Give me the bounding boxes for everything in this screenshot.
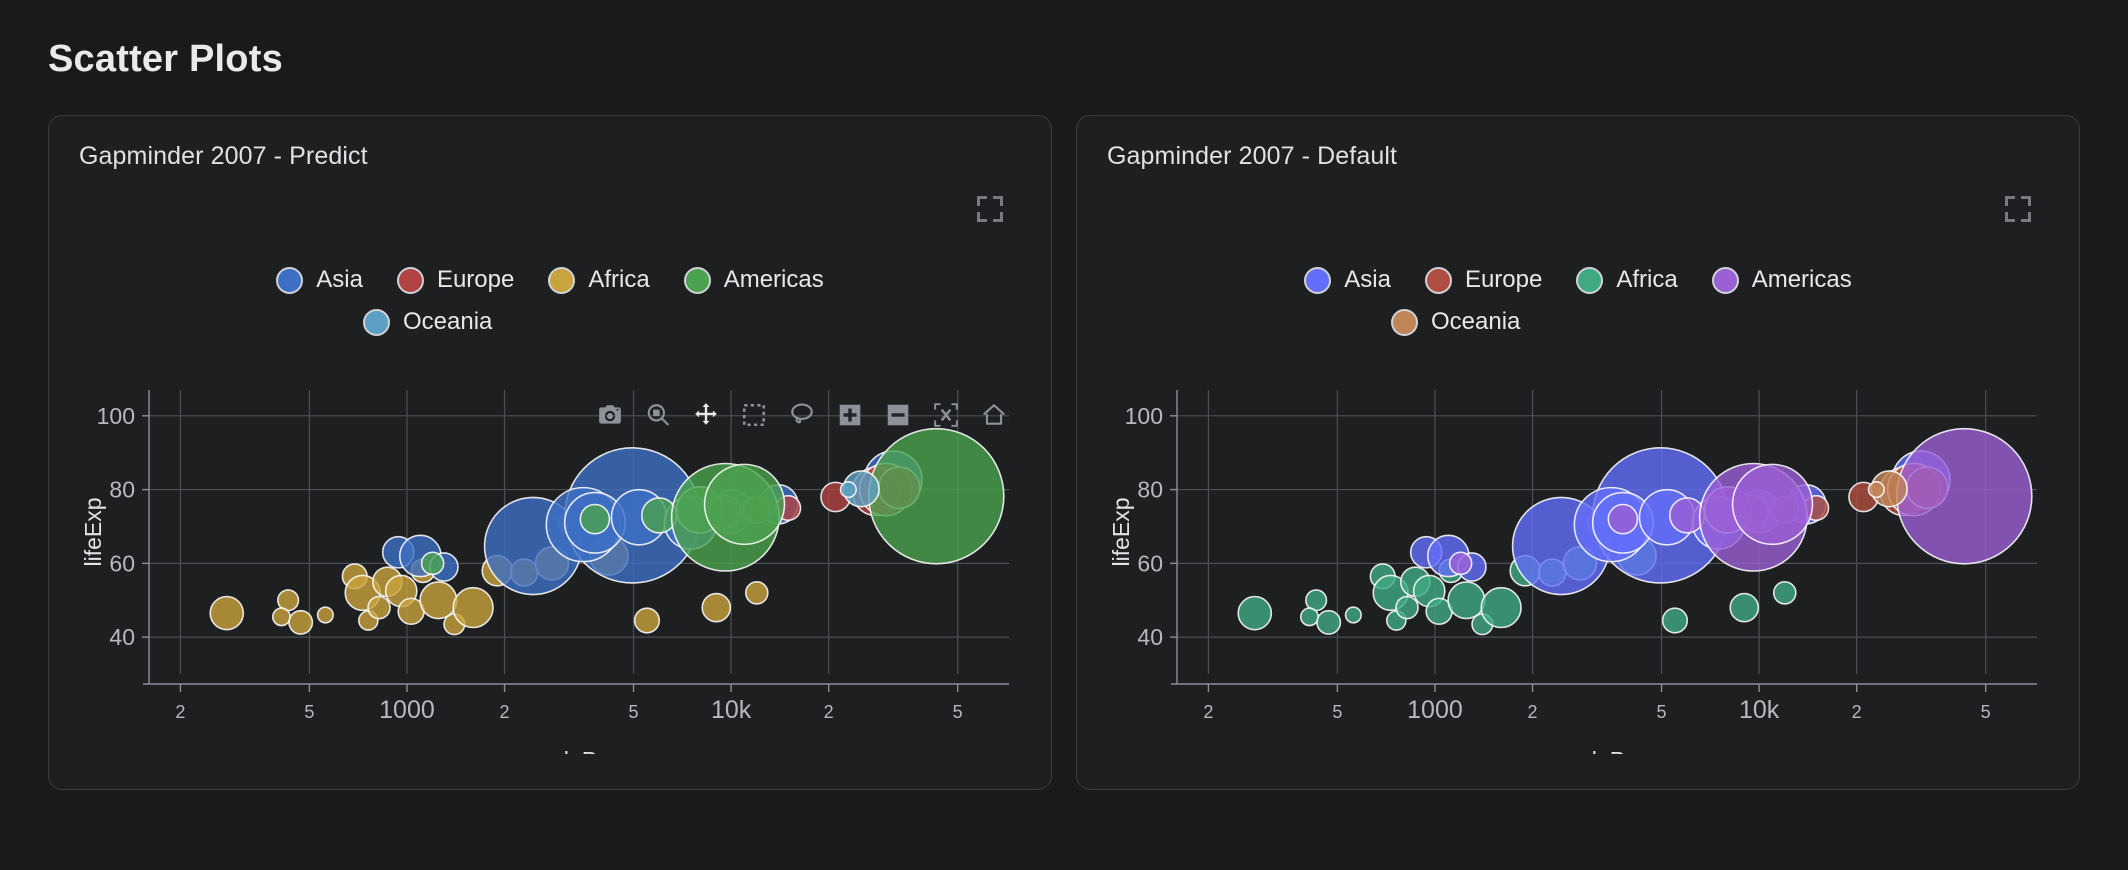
legend-color-swatch [1424,266,1452,294]
autoscale-icon[interactable] [933,402,959,428]
legend-label: Americas [723,266,824,293]
chart-card-predict: Gapminder 2007 - Predict Asia Europe Afr… [48,115,1052,790]
legend-item-americas[interactable]: Americas [683,266,824,294]
zoom-in-plus-icon[interactable] [837,402,863,428]
expand-icon[interactable] [2005,196,2031,222]
legend-color-swatch [683,266,711,294]
legend-item-europe[interactable]: Europe [396,266,515,294]
legend-item-asia[interactable]: Asia [1304,266,1391,294]
legend-label: Africa [1616,266,1678,293]
download-camera-icon[interactable] [597,402,623,428]
legend-item-asia[interactable]: Asia [276,266,363,294]
svg-text:2: 2 [175,702,185,722]
svg-text:2: 2 [824,702,834,722]
svg-text:100: 100 [97,403,135,429]
legend-item-americas[interactable]: Americas [1711,266,1852,294]
chart-legend-predict[interactable]: Asia Europe Africa Americas Oceania [49,266,1051,336]
legend-label: Europe [436,266,515,293]
legend-item-oceania[interactable]: Oceania [1391,308,1520,336]
scatter-plot-predict[interactable]: 40 60 80 100 2 5 1000 2 5 10k 2 5 gdpPercap lifeExp [79,374,1024,754]
legend-label: Asia [316,266,363,293]
expand-icon[interactable] [977,196,1003,222]
pan-move-icon[interactable] [693,402,719,428]
svg-text:1000: 1000 [379,696,435,724]
zoom-magnifier-icon[interactable] [645,402,671,428]
svg-text:100: 100 [1125,403,1163,429]
page-title: Scatter Plots [48,38,283,80]
svg-text:40: 40 [109,624,135,650]
zoom-out-minus-icon[interactable] [885,402,911,428]
legend-color-swatch [1576,266,1604,294]
legend-row-1: Asia Europe Africa Americas [199,266,901,294]
legend-label: Americas [1751,266,1852,293]
legend-label: Oceania [1431,308,1521,335]
legend-color-swatch [1711,266,1739,294]
svg-text:lifeExp: lifeExp [80,497,106,566]
svg-text:60: 60 [1137,550,1163,576]
svg-text:80: 80 [1137,477,1163,503]
legend-item-africa[interactable]: Africa [1576,266,1678,294]
plotly-modebar[interactable] [597,402,1007,428]
svg-text:5: 5 [953,702,963,722]
svg-text:2: 2 [1528,702,1538,722]
legend-color-swatch [276,266,304,294]
svg-text:2: 2 [1203,702,1213,722]
page-root: Scatter Plots Gapminder 2007 - Predict A… [0,0,2128,870]
legend-color-swatch [1304,266,1332,294]
svg-text:5: 5 [1657,702,1667,722]
svg-text:10k: 10k [1739,696,1780,724]
legend-color-swatch [548,266,576,294]
box-select-icon[interactable] [741,402,767,428]
legend-color-swatch [1391,308,1418,336]
lasso-select-icon[interactable] [789,402,815,428]
svg-text:gdpPercap: gdpPercap [1571,747,1682,754]
svg-text:40: 40 [1137,624,1163,650]
card-title-predict: Gapminder 2007 - Predict [79,142,368,170]
svg-text:lifeExp: lifeExp [1108,497,1134,566]
legend-item-oceania[interactable]: Oceania [363,308,492,336]
svg-text:10k: 10k [711,696,752,724]
legend-row-1: Asia Europe Africa Americas [1227,266,1929,294]
svg-text:2: 2 [500,702,510,722]
legend-color-swatch [363,308,390,336]
legend-row-2: Oceania [199,308,901,336]
svg-text:5: 5 [1332,702,1342,722]
svg-text:5: 5 [304,702,314,722]
legend-label: Africa [588,266,650,293]
reset-home-icon[interactable] [981,402,1007,428]
chart-legend-default[interactable]: Asia Europe Africa Americas Oceania [1077,266,2079,336]
svg-text:80: 80 [109,477,135,503]
card-title-default: Gapminder 2007 - Default [1107,142,1398,170]
svg-text:2: 2 [1852,702,1862,722]
legend-item-europe[interactable]: Europe [1424,266,1543,294]
chart-cards-container: Gapminder 2007 - Predict Asia Europe Afr… [48,115,2080,790]
svg-text:5: 5 [629,702,639,722]
legend-label: Oceania [403,308,493,335]
svg-text:1000: 1000 [1407,696,1463,724]
svg-text:gdpPercap: gdpPercap [543,747,654,754]
chart-card-default: Gapminder 2007 - Default Asia Europe Afr… [1076,115,2080,790]
legend-label: Europe [1464,266,1543,293]
scatter-plot-default[interactable]: 40 60 80 100 2 5 1000 2 5 10k 2 5 gdpPercap lifeExp [1107,374,2052,754]
legend-row-2: Oceania [1227,308,1929,336]
svg-text:60: 60 [109,550,135,576]
legend-color-swatch [396,266,424,294]
legend-label: Asia [1344,266,1391,293]
svg-text:5: 5 [1981,702,1991,722]
legend-item-africa[interactable]: Africa [548,266,650,294]
